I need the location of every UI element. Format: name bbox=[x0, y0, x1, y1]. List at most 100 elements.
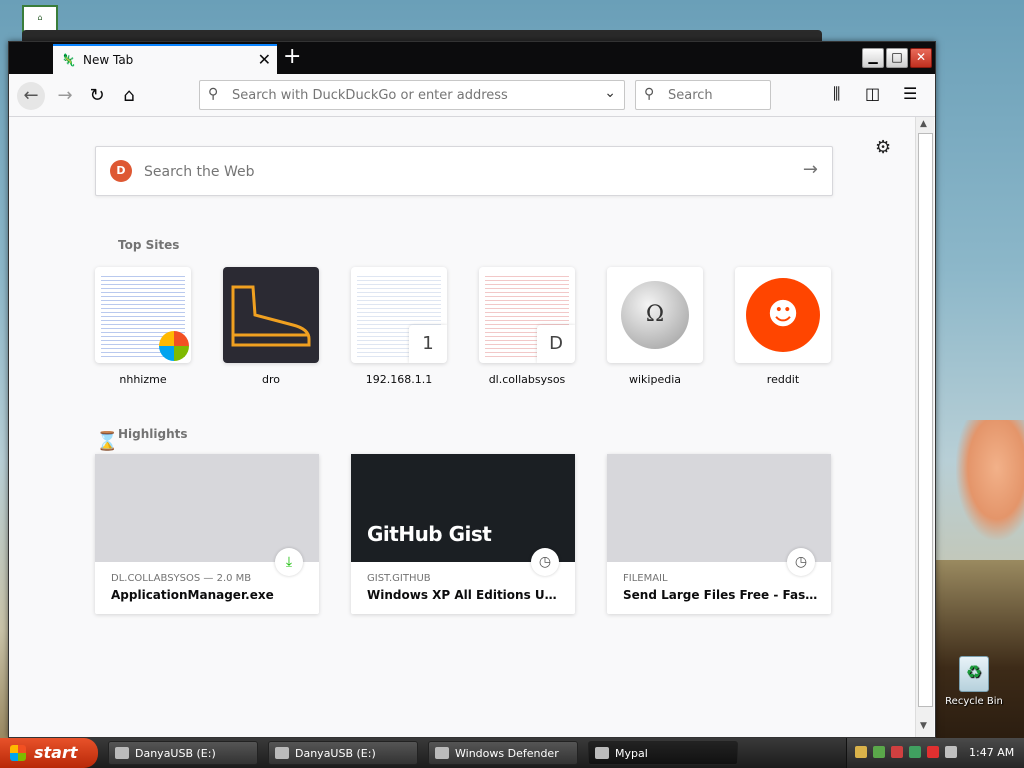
top-site-badge: D bbox=[537, 325, 575, 363]
clock-icon: ◷ bbox=[787, 548, 815, 576]
gear-icon[interactable]: ⚙ bbox=[875, 137, 891, 158]
scroll-up-icon[interactable]: ▲ bbox=[920, 119, 927, 129]
top-site[interactable]: 1 192.168.1.1 bbox=[351, 267, 447, 386]
top-site[interactable]: ☻ reddit bbox=[735, 267, 831, 386]
top-sites-title: Top Sites bbox=[118, 238, 180, 252]
highlight-image: GitHub Gist bbox=[351, 454, 575, 562]
highlight-card[interactable]: GitHub Gist ◷ GIST.GITHUB Windows XP All… bbox=[351, 454, 575, 614]
download-icon: ⤓ bbox=[275, 548, 303, 576]
menu-icon[interactable]: ☰ bbox=[903, 84, 917, 103]
highlight-title: Send Large Files Free - Fast Se… bbox=[623, 588, 819, 602]
clock: 1:47 AM bbox=[969, 746, 1015, 759]
close-window-button[interactable]: ✕ bbox=[910, 48, 932, 68]
tray-icon[interactable] bbox=[909, 746, 921, 758]
top-site-thumbnail: D bbox=[479, 267, 575, 363]
busy-cursor-icon: ⌛ bbox=[96, 431, 119, 452]
highlight-title: Windows XP All Editions Univer… bbox=[367, 588, 563, 602]
tab-new-tab[interactable]: 🦎 New Tab ✕ bbox=[53, 44, 277, 74]
top-site[interactable]: Ω wikipedia bbox=[607, 267, 703, 386]
scrollbar-thumb[interactable] bbox=[918, 133, 933, 707]
recycle-bin-icon: ♻ bbox=[959, 656, 989, 692]
wallpaper-hand bbox=[956, 420, 1024, 540]
recycle-bin-label: Recycle Bin bbox=[945, 696, 1003, 707]
defender-icon bbox=[435, 747, 449, 759]
reddit-alien-icon: ☻ bbox=[746, 278, 820, 352]
search-icon: ⚲ bbox=[644, 86, 655, 102]
top-sites-grid: nhhizme dro 1 192.168.1.1 D dl.collabsys… bbox=[95, 267, 835, 397]
windows-flag-icon bbox=[10, 745, 26, 761]
browser-window: 🦎 New Tab ✕ + ▁ □ ✕ ← → ↻ ⌂ ⚲ ⌄ ⚲ ⫼ ◫ ☰ … bbox=[8, 41, 936, 738]
search-bar[interactable]: ⚲ bbox=[635, 80, 771, 110]
highlight-title: ApplicationManager.exe bbox=[111, 588, 274, 602]
top-site-label: dro bbox=[262, 373, 280, 386]
start-button[interactable]: start bbox=[0, 738, 98, 768]
forward-button[interactable]: → bbox=[51, 82, 79, 110]
url-bar[interactable]: ⚲ ⌄ bbox=[199, 80, 625, 110]
system-tray: 1:47 AM bbox=[846, 738, 1024, 768]
taskbar-button-windows-defender[interactable]: Windows Defender bbox=[428, 741, 578, 765]
taskbar-button-label: Mypal bbox=[615, 747, 648, 760]
highlight-source: GIST.GITHUB bbox=[367, 573, 431, 584]
top-site-label: reddit bbox=[766, 373, 800, 386]
top-site-thumbnail: 1 bbox=[351, 267, 447, 363]
reload-button[interactable]: ↻ bbox=[83, 82, 111, 110]
highlight-card[interactable]: ⤓ DL.COLLABSYSOS — 2.0 MB ApplicationMan… bbox=[95, 454, 319, 614]
volume-icon[interactable] bbox=[945, 746, 957, 758]
clock-icon: ◷ bbox=[531, 548, 559, 576]
tray-icon[interactable] bbox=[873, 746, 885, 758]
wallpaper-ground bbox=[930, 560, 1024, 740]
boot-icon bbox=[231, 285, 311, 347]
new-tab-icon[interactable]: + bbox=[283, 46, 301, 68]
network-error-icon[interactable] bbox=[927, 746, 939, 758]
top-site[interactable]: D dl.collabsysos bbox=[479, 267, 575, 386]
sidebar-icon[interactable]: ◫ bbox=[865, 84, 880, 103]
new-tab-page: ⚙ D → Top Sites nhhizme bbox=[9, 117, 915, 737]
vertical-scrollbar[interactable]: ▲ ▼ bbox=[915, 117, 934, 737]
top-site[interactable]: dro bbox=[223, 267, 319, 386]
start-label: start bbox=[34, 743, 78, 762]
shield-icon[interactable] bbox=[891, 746, 903, 758]
wikipedia-globe-icon: Ω bbox=[621, 281, 689, 349]
top-site-label: 192.168.1.1 bbox=[365, 373, 433, 386]
address-input[interactable] bbox=[230, 85, 594, 105]
home-button[interactable]: ⌂ bbox=[115, 82, 143, 110]
library-icon[interactable]: ⫼ bbox=[833, 84, 840, 104]
highlight-source: FILEMAIL bbox=[623, 573, 668, 584]
minimize-button[interactable]: ▁ bbox=[862, 48, 884, 68]
web-search-box[interactable]: D → bbox=[95, 146, 833, 196]
top-site-thumbnail bbox=[223, 267, 319, 363]
taskbar-button-danyausb-1[interactable]: DanyaUSB (E:) bbox=[108, 741, 258, 765]
navigation-toolbar: ← → ↻ ⌂ ⚲ ⌄ ⚲ ⫼ ◫ ☰ bbox=[9, 74, 935, 117]
tray-icon[interactable] bbox=[855, 746, 867, 758]
top-site-label: wikipedia bbox=[628, 373, 681, 386]
top-site-label: dl.collabsysos bbox=[488, 373, 566, 386]
duckduckgo-logo-icon: D bbox=[110, 160, 132, 182]
taskbar-button-label: Windows Defender bbox=[455, 747, 559, 760]
web-search-input[interactable] bbox=[142, 161, 746, 183]
taskbar-button-mypal[interactable]: Mypal bbox=[588, 741, 738, 765]
close-tab-icon[interactable]: ✕ bbox=[258, 50, 271, 69]
taskbar-button-label: DanyaUSB (E:) bbox=[135, 747, 216, 760]
highlight-image-text: GitHub Gist bbox=[367, 522, 492, 546]
top-site-thumbnail: Ω bbox=[607, 267, 703, 363]
top-site-thumbnail: ☻ bbox=[735, 267, 831, 363]
mypal-icon bbox=[595, 747, 609, 759]
title-bar: 🦎 New Tab ✕ + ▁ □ ✕ bbox=[9, 42, 935, 74]
arrow-right-icon[interactable]: → bbox=[803, 159, 818, 180]
taskbar-button-label: DanyaUSB (E:) bbox=[295, 747, 376, 760]
search-input[interactable] bbox=[666, 85, 766, 105]
top-site[interactable]: nhhizme bbox=[95, 267, 191, 386]
drive-icon bbox=[275, 747, 289, 759]
maximize-button[interactable]: □ bbox=[886, 48, 908, 68]
chevron-down-icon[interactable]: ⌄ bbox=[604, 85, 616, 101]
taskbar-button-danyausb-2[interactable]: DanyaUSB (E:) bbox=[268, 741, 418, 765]
tab-favicon-icon: 🦎 bbox=[61, 53, 76, 67]
scroll-down-icon[interactable]: ▼ bbox=[920, 721, 927, 731]
drive-icon bbox=[115, 747, 129, 759]
highlights-title: Highlights bbox=[118, 427, 188, 441]
back-button[interactable]: ← bbox=[17, 82, 45, 110]
highlight-card[interactable]: ◷ FILEMAIL Send Large Files Free - Fast … bbox=[607, 454, 831, 614]
recycle-bin[interactable]: ♻ Recycle Bin bbox=[944, 656, 1004, 707]
search-icon: ⚲ bbox=[208, 86, 219, 102]
windows-logo-icon bbox=[159, 331, 189, 361]
